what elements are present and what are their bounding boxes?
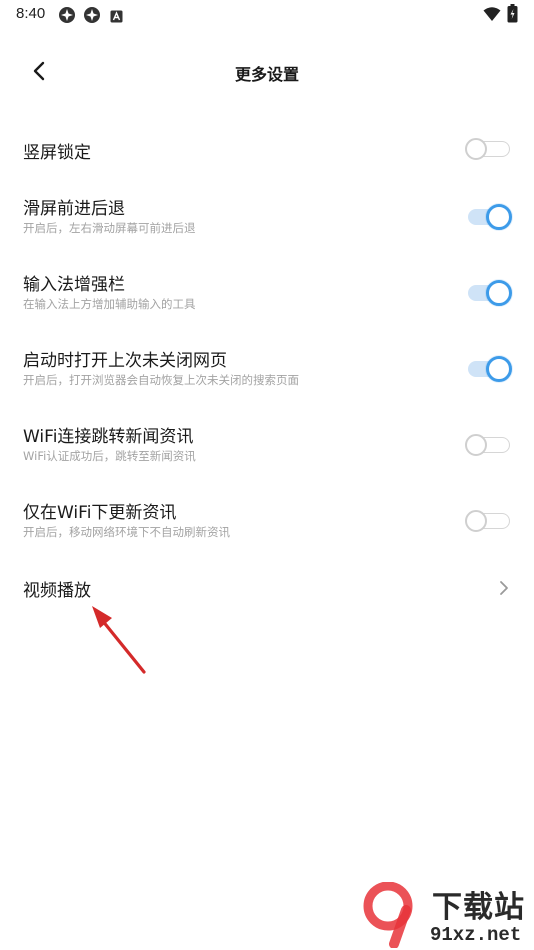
settings-list: 竖屏锁定 滑屏前进后退 开启后，左右滑动屏幕可前进后退 输入法增强栏 在输入法上… (0, 112, 534, 608)
toggle-knob (465, 138, 487, 160)
app-icon-2 (83, 6, 101, 28)
notification-icon (110, 8, 123, 27)
watermark-mark-icon (363, 882, 413, 948)
watermark-logo: 下载站 91xz.net (360, 880, 534, 950)
page-title: 更多设置 (234, 65, 299, 84)
setting-portrait-lock[interactable]: 竖屏锁定 (0, 112, 534, 168)
toggle-knob (486, 280, 512, 306)
header: 更多设置 (0, 48, 534, 98)
battery-icon (507, 4, 518, 27)
setting-description: WiFi认证成功后，跳转至新闻资讯 (23, 449, 196, 463)
setting-description: 开启后，移动网络环境下不自动刷新资讯 (23, 525, 230, 539)
setting-title: 输入法增强栏 (23, 275, 125, 295)
wifi-only-news-toggle[interactable] (465, 510, 512, 532)
setting-title: 滑屏前进后退 (23, 199, 125, 219)
setting-description: 开启后，打开浏览器会自动恢复上次未关闭的搜索页面 (23, 373, 299, 387)
chevron-right-icon (498, 580, 510, 596)
setting-title: WiFi连接跳转新闻资讯 (23, 427, 194, 447)
input-toolbar-toggle[interactable] (466, 280, 512, 306)
app-icon-1 (58, 6, 76, 28)
setting-description: 开启后，左右滑动屏幕可前进后退 (23, 221, 196, 235)
annotation-arrow-icon (80, 596, 160, 686)
swipe-navigation-toggle[interactable] (466, 204, 512, 230)
setting-swipe-navigation[interactable]: 滑屏前进后退 开启后，左右滑动屏幕可前进后退 (0, 168, 534, 244)
watermark-brand: 下载站 (432, 891, 525, 924)
status-bar: 8:40 (0, 0, 534, 30)
setting-title: 启动时打开上次未关闭网页 (23, 351, 227, 371)
status-time: 8:40 (16, 5, 46, 22)
watermark-domain: 91xz.net (430, 924, 522, 946)
setting-input-toolbar[interactable]: 输入法增强栏 在输入法上方增加辅助输入的工具 (0, 244, 534, 320)
toggle-knob (465, 434, 487, 456)
wifi-icon (483, 6, 501, 26)
setting-wifi-news-redirect[interactable]: WiFi连接跳转新闻资讯 WiFi认证成功后，跳转至新闻资讯 (0, 396, 534, 472)
wifi-news-redirect-toggle[interactable] (465, 434, 512, 456)
restore-tabs-toggle[interactable] (466, 356, 512, 382)
setting-title: 仅在WiFi下更新资讯 (23, 503, 177, 523)
setting-restore-tabs[interactable]: 启动时打开上次未关闭网页 开启后，打开浏览器会自动恢复上次未关闭的搜索页面 (0, 320, 534, 396)
toggle-knob (486, 356, 512, 382)
toggle-knob (465, 510, 487, 532)
setting-description: 在输入法上方增加辅助输入的工具 (23, 297, 196, 311)
setting-title: 竖屏锁定 (23, 143, 91, 163)
portrait-lock-toggle[interactable] (465, 138, 512, 160)
setting-wifi-only-news[interactable]: 仅在WiFi下更新资讯 开启后，移动网络环境下不自动刷新资讯 (0, 472, 534, 548)
toggle-knob (486, 204, 512, 230)
